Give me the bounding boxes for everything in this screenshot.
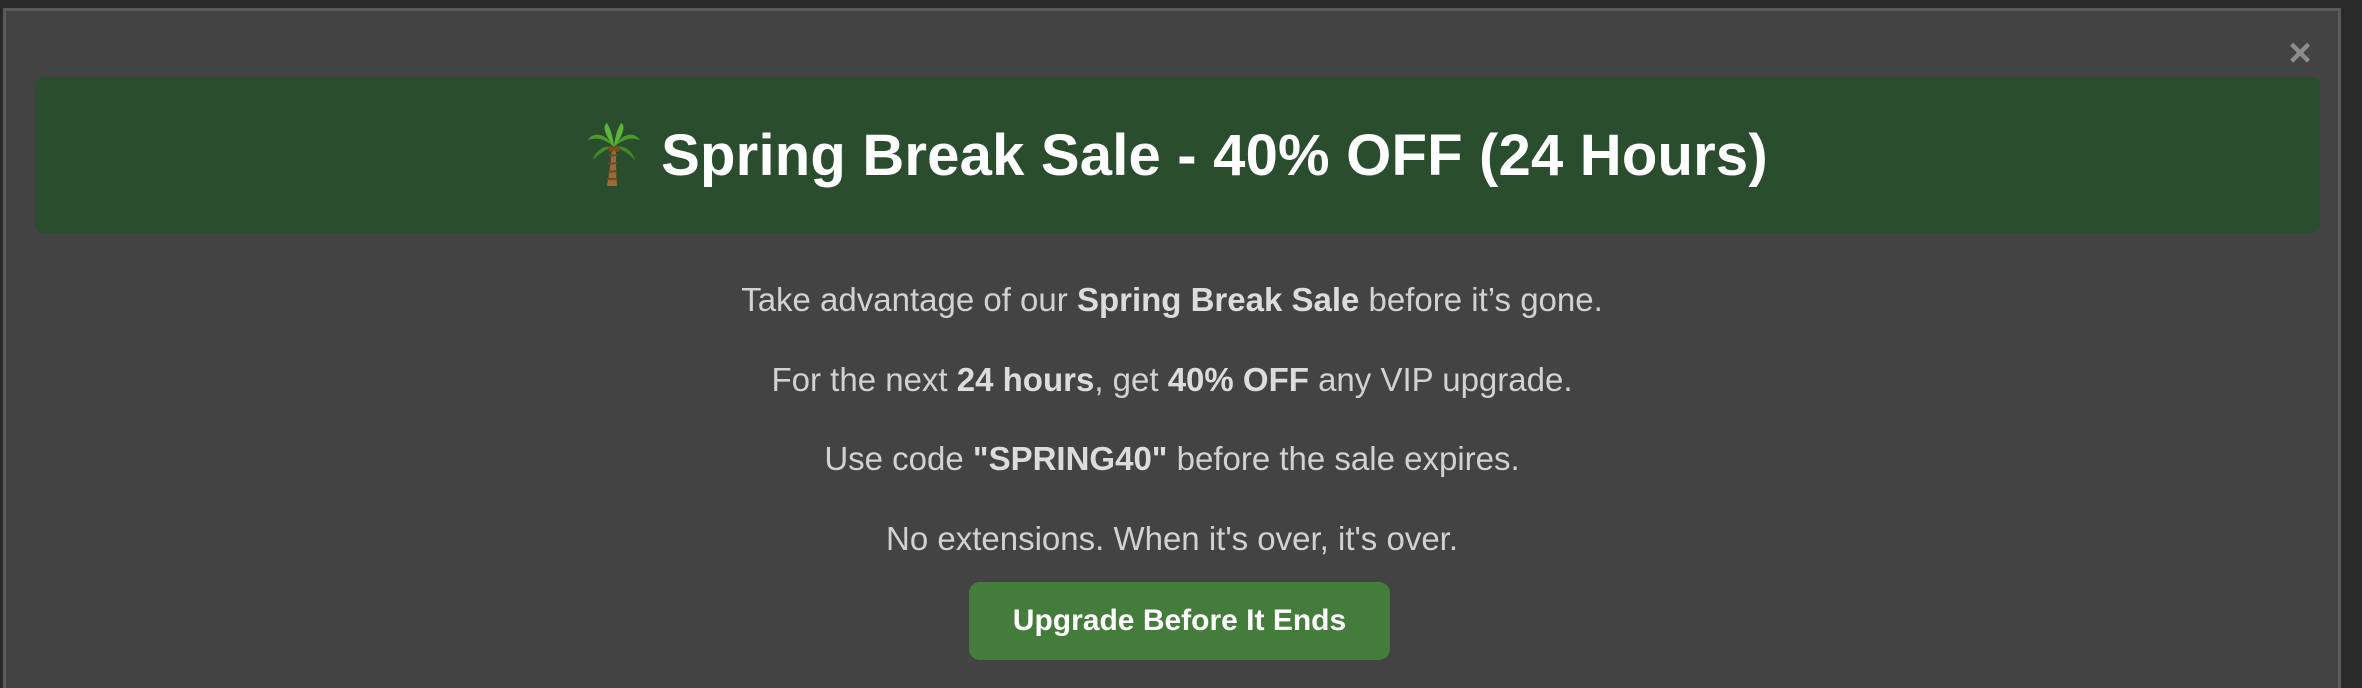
banner-title-text: Spring Break Sale - 40% OFF (24 Hours) bbox=[661, 122, 1768, 188]
promo-line-1: Take advantage of our Spring Break Sale … bbox=[6, 281, 2338, 319]
sale-modal: × Spring Break Sale - 40% OFF (24 Hours)… bbox=[3, 8, 2341, 688]
promo-code: "SPRING40" bbox=[972, 440, 1168, 477]
line2-mid: , get bbox=[1094, 361, 1168, 398]
line1-post: before it’s gone. bbox=[1359, 281, 1603, 318]
line3-post: before the sale expires. bbox=[1167, 440, 1520, 477]
banner-title: Spring Break Sale - 40% OFF (24 Hours) bbox=[587, 122, 1768, 189]
line2-post: any VIP upgrade. bbox=[1308, 361, 1573, 398]
line2-bold-hours: 24 hours bbox=[956, 361, 1095, 398]
promo-line-3: Use code "SPRING40" before the sale expi… bbox=[6, 440, 2338, 478]
line2-pre: For the next bbox=[771, 361, 957, 398]
line3-pre: Use code bbox=[824, 440, 973, 477]
promo-line-2: For the next 24 hours, get 40% OFF any V… bbox=[6, 361, 2338, 399]
line1-pre: Take advantage of our bbox=[741, 281, 1077, 318]
palm-tree-icon bbox=[588, 123, 641, 186]
sale-banner: Spring Break Sale - 40% OFF (24 Hours) bbox=[35, 77, 2320, 233]
line2-bold-discount: 40% OFF bbox=[1167, 361, 1309, 398]
close-icon[interactable]: × bbox=[2280, 33, 2320, 73]
upgrade-button[interactable]: Upgrade Before It Ends bbox=[969, 582, 1390, 660]
line1-bold: Spring Break Sale bbox=[1076, 281, 1360, 318]
promo-line-4: No extensions. When it's over, it's over… bbox=[885, 520, 1459, 557]
